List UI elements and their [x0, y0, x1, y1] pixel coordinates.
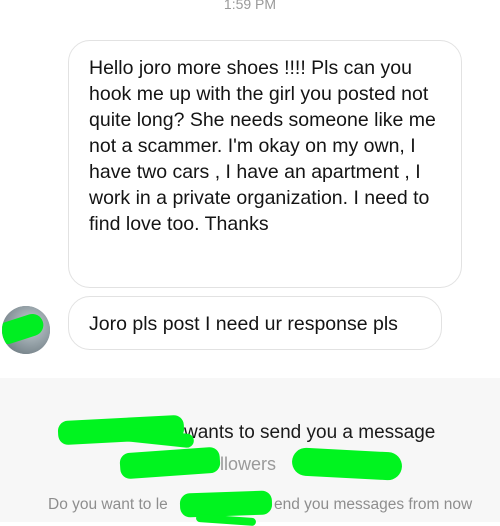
avatar[interactable] — [2, 306, 50, 354]
timestamp: 1:59 PM — [223, 0, 277, 12]
request-title-text: wants to send you a message — [184, 422, 436, 443]
prompt-start: Do you want to le — [48, 496, 168, 513]
message-text: Hello joro more shoes !!!! Pls can you h… — [89, 57, 436, 235]
redaction-mark — [291, 447, 403, 481]
followers-text: llowers — [220, 454, 277, 474]
message-bubble[interactable]: Joro pls post I need ur response pls — [68, 296, 442, 350]
prompt-end: end you messages from now — [274, 496, 473, 513]
message-text: Joro pls post I need ur response pls — [89, 313, 398, 335]
redaction-mark — [179, 490, 273, 518]
message-bubble[interactable]: Hello joro more shoes !!!! Pls can you h… — [68, 40, 462, 288]
